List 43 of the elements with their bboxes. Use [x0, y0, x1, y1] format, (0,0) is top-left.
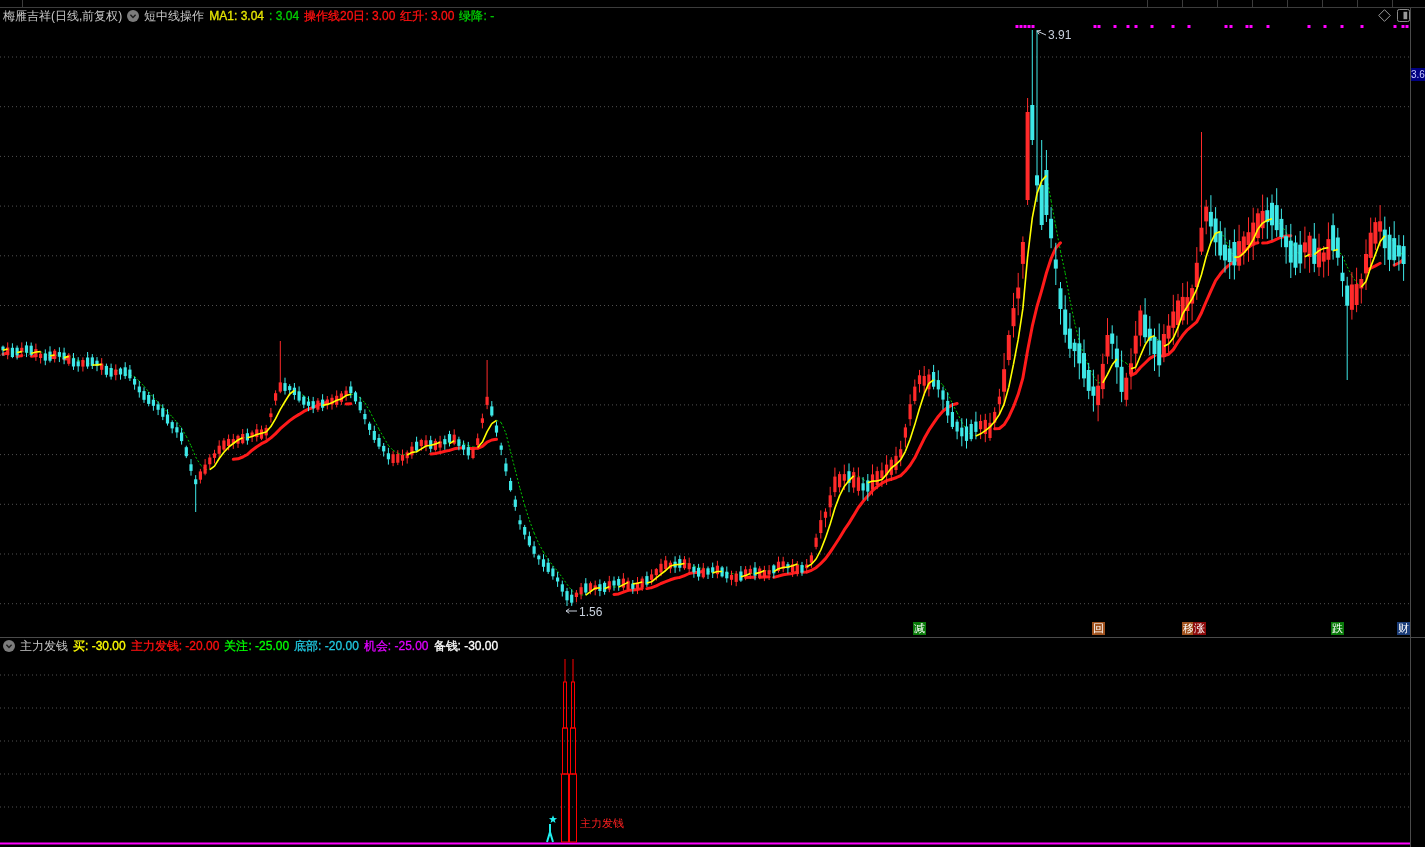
square-marker-icon: [1393, 25, 1397, 28]
square-marker-icon: [1307, 25, 1311, 28]
legend-value: 操作线20日: 3.00: [304, 9, 396, 23]
square-marker-icon: [1323, 25, 1327, 28]
signal-tag: 涨: [1193, 622, 1206, 635]
high-price-label: 3.91: [1048, 28, 1072, 42]
indicator-name: 主力发钱: [20, 639, 68, 653]
stick-figure-icon: [546, 823, 554, 843]
signal-tag: 跌: [1331, 622, 1344, 635]
legend-value: 备钱: -30.00: [433, 639, 499, 653]
chevron-down-icon[interactable]: [127, 10, 140, 22]
square-marker-icon: [1266, 25, 1270, 28]
signal-tag: 减: [913, 622, 926, 635]
leader-arrow: [565, 608, 578, 614]
square-marker-icon: [1134, 25, 1138, 28]
legend-value: 绿降: -: [459, 9, 495, 23]
legend-value: : 3.04: [269, 9, 300, 23]
legend-value: 底部: -20.00: [294, 639, 359, 653]
leader-arrow: [1036, 29, 1047, 36]
signal-tag: 回: [1092, 622, 1105, 635]
chevron-down-icon[interactable]: [3, 640, 15, 652]
legend-value: MA1: 3.04: [209, 9, 265, 23]
price-tag: 3.6: [1411, 68, 1425, 81]
low-price-label: 1.56: [579, 605, 603, 619]
square-marker-icon: [1340, 25, 1344, 28]
square-marker-icon: [1150, 25, 1154, 28]
square-marker-icon: [1171, 25, 1175, 28]
legend-value: 主力发钱: -20.00: [130, 639, 220, 653]
legend-value: 机会: -25.00: [363, 639, 429, 653]
square-marker-icon: [1126, 25, 1130, 28]
square-marker-icon: [1113, 25, 1117, 28]
diamond-icon[interactable]: [1378, 9, 1391, 22]
legend-value: 红升: 3.00: [400, 9, 455, 23]
star-icon: [548, 815, 558, 823]
signal-label: 主力发钱: [580, 817, 624, 829]
chart-title: 梅雁吉祥(日线,前复权): [3, 9, 123, 23]
signal-tag: 财: [1397, 622, 1410, 635]
legend-value: 买: -30.00: [73, 639, 126, 653]
square-marker-icon: [1187, 25, 1191, 28]
square-marker-icon: [1360, 25, 1364, 28]
panel-toggle-icon[interactable]: [1397, 9, 1410, 22]
indicator-name: 短中线操作: [144, 9, 205, 23]
legend-value: 关注: -25.00: [224, 639, 290, 653]
